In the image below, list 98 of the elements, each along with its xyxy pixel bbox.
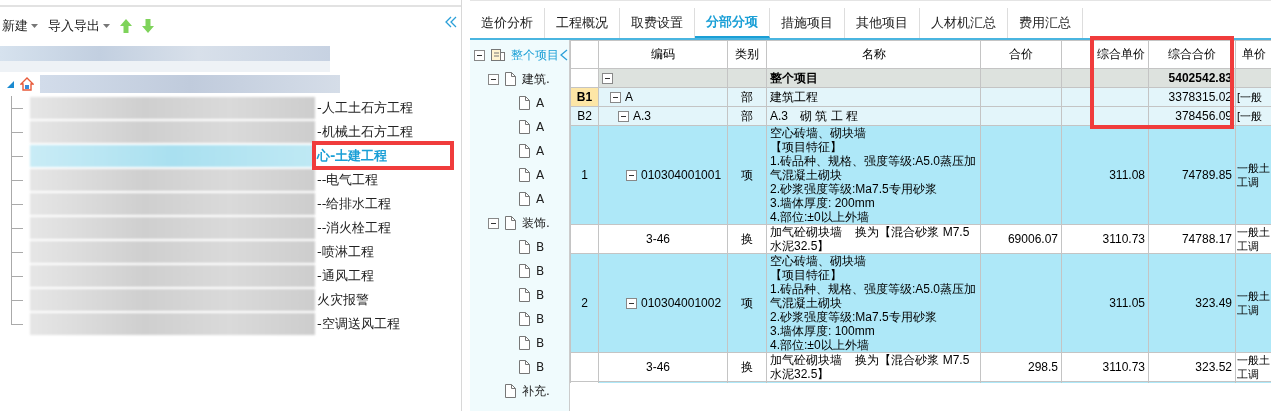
- table-cell: 项: [727, 125, 767, 225]
- tree-item[interactable]: --消火栓工程: [315, 219, 392, 237]
- collapse-panel-icon[interactable]: [445, 16, 457, 28]
- tree-item[interactable]: 补充.: [522, 382, 550, 400]
- collapse-icon[interactable]: [626, 169, 637, 181]
- table-cell: 323.52: [1148, 352, 1236, 382]
- down-arrow-icon: [142, 19, 154, 33]
- item-code: A: [625, 90, 633, 104]
- document-icon: [519, 96, 530, 110]
- collapse-icon[interactable]: [488, 217, 499, 229]
- tree-item[interactable]: --电气工程: [315, 171, 379, 189]
- table-cell: 311.08: [1061, 125, 1149, 225]
- row-number: 2: [570, 253, 599, 353]
- collapse-icon[interactable]: [488, 73, 499, 85]
- table-cell: 加气砼砌块墙 换为【混合砂浆 M7.5 水泥32.5】: [766, 352, 981, 382]
- table-cell: 323.49: [1148, 253, 1236, 353]
- table-cell: 一般土工调: [1235, 125, 1271, 225]
- document-icon: [519, 360, 530, 374]
- collapse-icon[interactable]: [626, 297, 637, 309]
- project-icon: [491, 49, 505, 61]
- tree-item[interactable]: -空调送风工程: [315, 315, 400, 333]
- tree-item[interactable]: -通风工程: [315, 267, 374, 285]
- document-icon: [519, 144, 530, 158]
- tree-item[interactable]: 火灾报警: [315, 291, 369, 309]
- document-icon: [519, 264, 530, 278]
- description-line: 4.部位:±0以上外墙: [770, 338, 870, 352]
- document-icon: [505, 216, 516, 230]
- description-line: 3.墙体厚度: 200mm: [770, 196, 876, 210]
- item-code: 010304001002: [641, 296, 722, 310]
- column-header: 综合单价: [1061, 40, 1149, 69]
- description-line: 【项目特征】: [770, 268, 843, 282]
- table-cell: 311.05: [1061, 253, 1149, 353]
- document-icon: [505, 384, 516, 398]
- description-line: 1.砖品种、规格、强度等级:A5.0蒸压加气混凝土砌块: [770, 282, 977, 310]
- collapse-icon[interactable]: [618, 110, 629, 122]
- home-icon: [20, 77, 34, 91]
- collapse-panel-icon[interactable]: [560, 49, 568, 61]
- item-code: 3-46: [646, 232, 671, 246]
- dropdown-caret-icon: [103, 24, 110, 28]
- collapse-icon[interactable]: [602, 72, 613, 84]
- tree-item[interactable]: -人工土石方工程: [315, 99, 413, 117]
- document-icon: [519, 288, 530, 302]
- item-code: 3-46: [646, 360, 671, 374]
- table-cell: 74789.85: [1148, 125, 1236, 225]
- tree-item[interactable]: 建筑.: [522, 70, 550, 88]
- document-icon: [519, 312, 530, 326]
- tree-item[interactable]: -喷淋工程: [315, 243, 374, 261]
- tree-item[interactable]: B: [536, 240, 545, 254]
- description-line: 2.砂浆强度等级:Ma7.5专用砂浆: [770, 310, 938, 324]
- table-cell: 69006.07: [980, 224, 1062, 254]
- description-line: 空心砖墙、砌块墙: [770, 126, 867, 140]
- tree-item[interactable]: A: [536, 168, 545, 182]
- column-header: 综合合价: [1148, 40, 1236, 69]
- tree-item[interactable]: A: [536, 144, 545, 158]
- table-cell: 3110.73: [1061, 224, 1149, 254]
- collapse-icon[interactable]: [474, 49, 485, 61]
- description-line: 4.部位:±0以上外墙: [770, 210, 870, 224]
- tree-item[interactable]: --给排水工程: [315, 195, 392, 213]
- column-header: 名称: [766, 40, 981, 69]
- tree-item[interactable]: B: [536, 264, 545, 278]
- tree-item[interactable]: B: [536, 312, 545, 326]
- tree-item[interactable]: B: [536, 288, 545, 302]
- tree-item[interactable]: A: [536, 120, 545, 134]
- table-cell: 一般土工调: [1235, 253, 1271, 353]
- tree-item[interactable]: A: [536, 192, 545, 206]
- document-icon: [519, 336, 530, 350]
- menu-button[interactable]: 新建: [2, 17, 38, 35]
- up-arrow-icon: [120, 19, 132, 33]
- document-icon: [519, 240, 530, 254]
- tree-item[interactable]: 装饰.: [522, 214, 550, 232]
- tree-item[interactable]: A: [536, 96, 545, 110]
- document-icon: [505, 72, 516, 86]
- table-cell: 3110.73: [1061, 352, 1149, 382]
- table-cell: 298.5: [980, 352, 1062, 382]
- menu-button[interactable]: 导入导出: [48, 17, 110, 35]
- document-icon: [519, 168, 530, 182]
- column-header: 单价: [1235, 40, 1271, 69]
- tree-item[interactable]: B: [536, 360, 545, 374]
- column-header: 合价: [980, 40, 1062, 69]
- row-number: 1: [570, 125, 599, 225]
- description-line: 1.砖品种、规格、强度等级:A5.0蒸压加气混凝土砌块: [770, 154, 977, 182]
- item-code: A.3: [633, 109, 651, 123]
- tree-item[interactable]: B: [536, 336, 545, 350]
- description-line: 2.砂浆强度等级:Ma7.5专用砂浆: [770, 182, 938, 196]
- dropdown-caret-icon: [31, 24, 38, 28]
- description-line: 空心砖墙、砌块墙: [770, 254, 867, 268]
- table-cell: 项: [727, 253, 767, 353]
- table-cell: 加气砼砌块墙 换为【混合砂浆 M7.5 水泥32.5】: [766, 224, 981, 254]
- item-code: 010304001001: [641, 168, 722, 182]
- tree-item[interactable]: -机械土石方工程: [315, 123, 413, 141]
- column-header: 类别: [727, 40, 767, 69]
- table-cell: 74788.17: [1148, 224, 1236, 254]
- description-line: 3.墙体厚度: 100mm: [770, 324, 876, 338]
- collapse-icon[interactable]: [610, 91, 621, 103]
- column-header: 编码: [598, 40, 728, 69]
- document-icon: [519, 192, 530, 206]
- document-icon: [519, 120, 530, 134]
- description-line: 【项目特征】: [770, 140, 843, 154]
